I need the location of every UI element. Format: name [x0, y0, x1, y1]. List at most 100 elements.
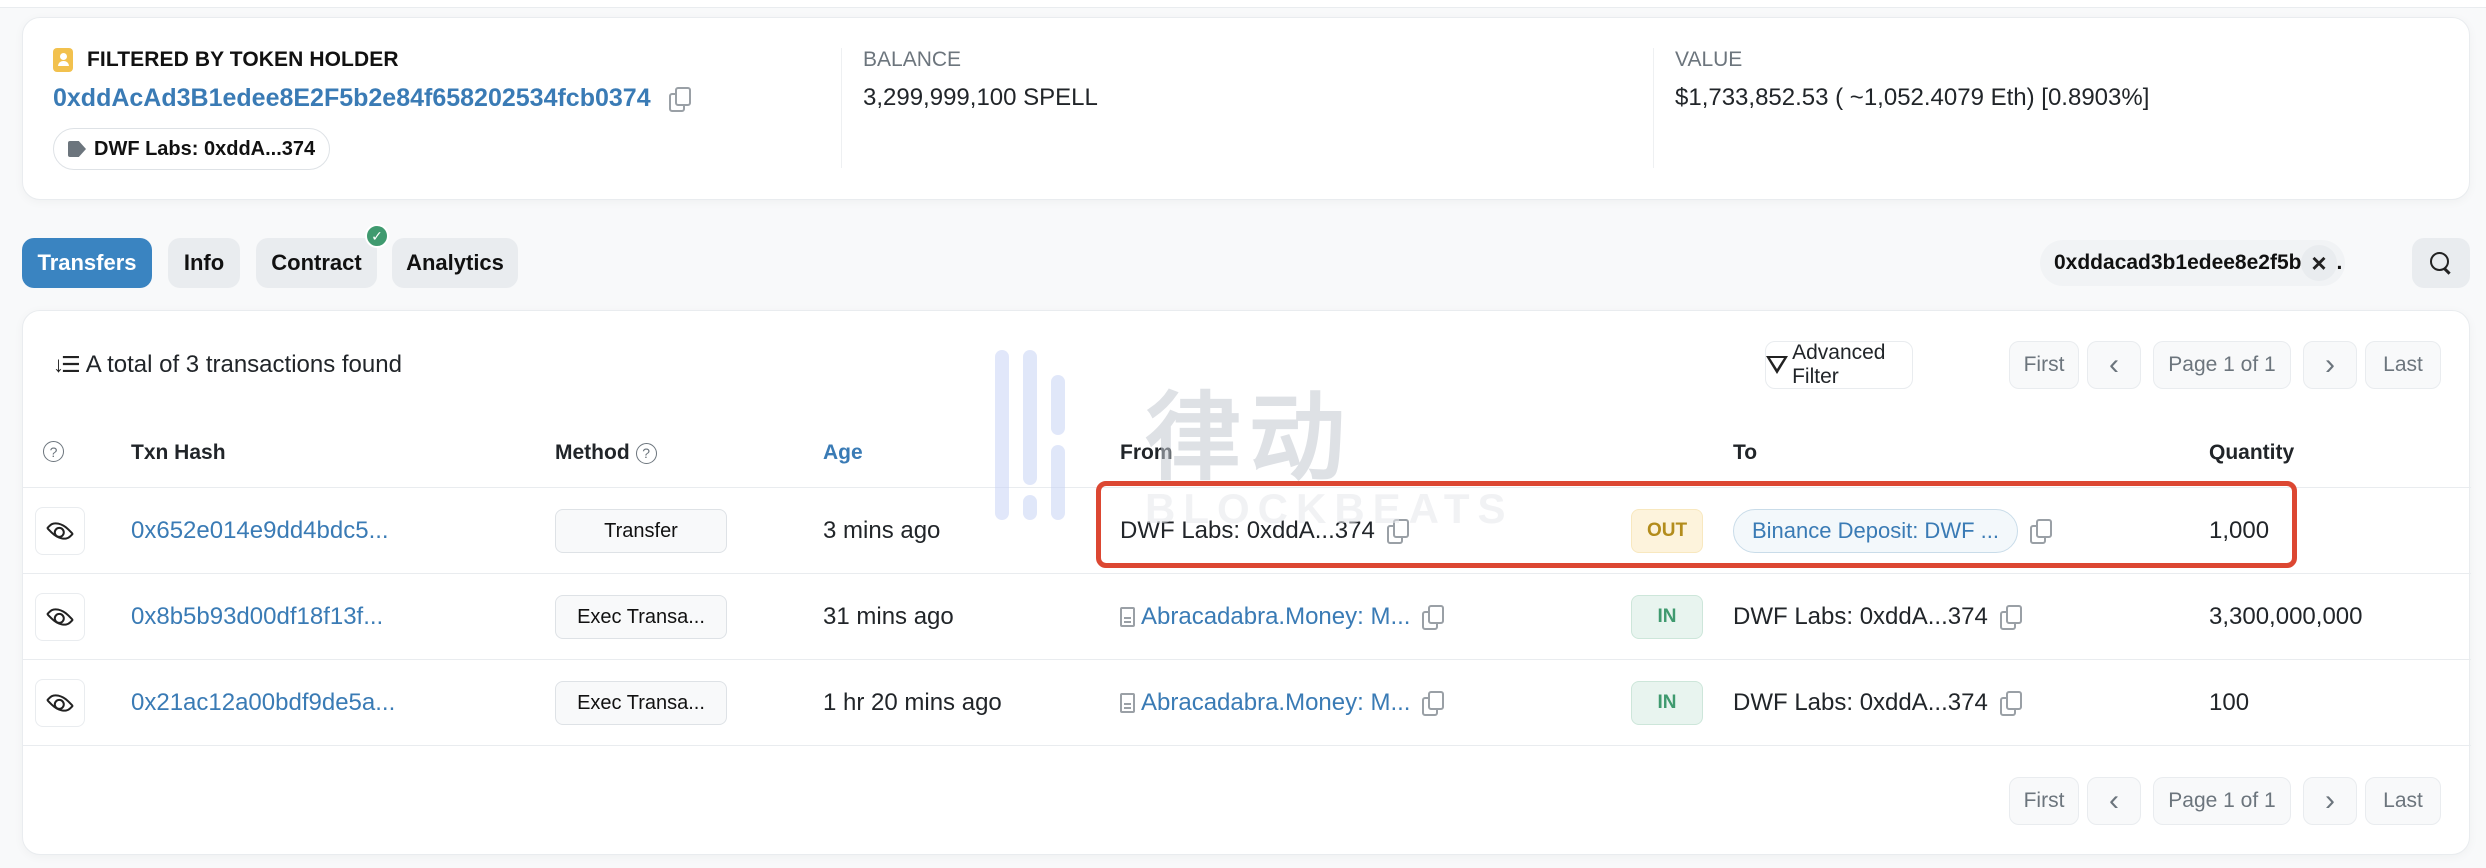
direction-out-badge: OUT	[1631, 509, 1703, 553]
copy-icon[interactable]	[1422, 691, 1445, 716]
value-amount: $1,733,852.53 ( ~1,052.4079 Eth) [0.8903…	[1675, 84, 2150, 111]
transactions-total: ↓☰ A total of 3 transactions found	[53, 351, 402, 379]
help-icon[interactable]: ?	[635, 442, 657, 464]
copy-icon[interactable]	[2029, 519, 2052, 544]
txn-hash-link[interactable]: 0x21ac12a00bdf9de5a...	[131, 660, 395, 746]
age-text: 1 hr 20 mins ago	[823, 689, 1002, 716]
tab-info[interactable]: Info	[168, 238, 240, 288]
filter-icon	[1766, 356, 1789, 374]
direction-in-badge: IN	[1631, 681, 1703, 725]
copy-icon[interactable]	[1999, 691, 2022, 716]
contract-document-icon	[1120, 607, 1135, 627]
view-details-button[interactable]	[35, 679, 85, 727]
txn-hash-link[interactable]: 0x652e014e9dd4bdc5...	[131, 488, 389, 574]
tab-transfers[interactable]: Transfers	[22, 238, 152, 288]
method-badge: Exec Transa...	[555, 595, 727, 639]
holder-address-row: 0xddAcAd3B1edee8E2F5b2e84f658202534fcb03…	[53, 84, 691, 113]
tab-analytics[interactable]: Analytics	[392, 238, 518, 288]
pagination-last-button[interactable]: Last	[2365, 777, 2441, 825]
address-filter-value: 0xddacad3b1edee8e2f5b2e...	[2054, 251, 2343, 274]
table-row: 0x8b5b93d00df18f13f... Exec Transa... 31…	[23, 574, 2471, 660]
pagination-first-button[interactable]: First	[2009, 777, 2079, 825]
pagination-prev-button[interactable]: ‹	[2087, 777, 2141, 825]
method-column-header: Method ?	[555, 441, 657, 465]
verified-check-icon: ✓	[365, 224, 389, 248]
eye-icon	[45, 602, 75, 632]
copy-icon[interactable]	[1386, 519, 1409, 544]
to-address-label[interactable]: DWF Labs: 0xddA...374	[1733, 689, 1988, 717]
age-column-header[interactable]: Age	[823, 441, 863, 465]
table-row: 0x652e014e9dd4bdc5... Transfer 3 mins ag…	[23, 488, 2471, 574]
to-address-label[interactable]: DWF Labs: 0xddA...374	[1733, 603, 1988, 631]
from-address-label[interactable]: DWF Labs: 0xddA...374	[1120, 517, 1375, 545]
info-column-header[interactable]: ?	[43, 441, 64, 462]
to-address: DWF Labs: 0xddA...374	[1733, 660, 2022, 746]
from-contract-label: Abracadabra.Money: M...	[1141, 603, 1411, 630]
holder-tag-label: DWF Labs: 0xddA...374	[94, 137, 316, 160]
to-column-header: To	[1733, 441, 1758, 464]
from-contract-link[interactable]: Abracadabra.Money: M...	[1120, 689, 1410, 717]
from-address: Abracadabra.Money: M...	[1120, 660, 1445, 746]
quantity-column-header: Quantity	[2209, 441, 2295, 464]
quantity-value: 1,000	[2209, 517, 2270, 544]
holder-address-link[interactable]: 0xddAcAd3B1edee8E2F5b2e84f658202534fcb03…	[53, 84, 651, 113]
token-holder-summary-card: FILTERED BY TOKEN HOLDER 0xddAcAd3B1edee…	[22, 17, 2470, 200]
from-contract-link[interactable]: Abracadabra.Money: M...	[1120, 603, 1410, 631]
column-divider	[841, 48, 842, 168]
pagination-last-button[interactable]: Last	[2365, 341, 2441, 389]
copy-icon[interactable]	[1422, 605, 1445, 630]
holder-header: FILTERED BY TOKEN HOLDER	[53, 48, 399, 72]
eye-icon	[45, 688, 75, 718]
copy-icon[interactable]	[1999, 605, 2022, 630]
method-badge: Exec Transa...	[555, 681, 727, 725]
pagination-page-indicator: Page 1 of 1	[2153, 777, 2291, 825]
balance-label: BALANCE	[863, 48, 962, 71]
to-address-pill[interactable]: Binance Deposit: DWF ...	[1733, 509, 2018, 553]
txn-hash-link[interactable]: 0x8b5b93d00df18f13f...	[131, 574, 383, 660]
advanced-filter-button[interactable]: Advanced Filter	[1765, 341, 1913, 389]
copy-icon[interactable]	[668, 86, 691, 112]
from-address: DWF Labs: 0xddA...374	[1120, 488, 1409, 574]
pagination-first-button[interactable]: First	[2009, 341, 2079, 389]
tab-contract[interactable]: Contract	[256, 238, 377, 288]
contact-card-icon	[53, 48, 73, 72]
eye-icon	[45, 516, 75, 546]
advanced-filter-label: Advanced Filter	[1792, 341, 1886, 388]
value-label: VALUE	[1675, 48, 1743, 71]
view-details-button[interactable]	[35, 507, 85, 555]
help-icon[interactable]: ?	[43, 441, 64, 462]
sort-desc-icon: ↓☰	[53, 352, 81, 377]
from-contract-label: Abracadabra.Money: M...	[1141, 689, 1411, 716]
tag-icon	[68, 141, 86, 157]
to-address: DWF Labs: 0xddA...374	[1733, 574, 2022, 660]
pagination-next-button[interactable]: ›	[2303, 341, 2357, 389]
age-text: 3 mins ago	[823, 517, 941, 544]
clear-filter-icon[interactable]: ×	[2301, 245, 2337, 281]
transfers-table-card: ↓☰ A total of 3 transactions found Advan…	[22, 310, 2471, 855]
from-column-header: From	[1120, 441, 1173, 464]
top-divider	[0, 0, 2486, 8]
address-filter-chip[interactable]: 0xddacad3b1edee8e2f5b2e... ×	[2040, 240, 2345, 286]
from-address: Abracadabra.Money: M...	[1120, 574, 1445, 660]
column-divider	[1653, 48, 1654, 168]
view-details-button[interactable]	[35, 593, 85, 641]
contract-document-icon	[1120, 693, 1135, 713]
method-header-label: Method	[555, 441, 630, 464]
age-text: 31 mins ago	[823, 603, 954, 630]
txn-hash-column-header: Txn Hash	[131, 441, 226, 464]
pagination-prev-button[interactable]: ‹	[2087, 341, 2141, 389]
total-text: A total of 3 transactions found	[85, 351, 402, 378]
quantity-value: 100	[2209, 689, 2250, 716]
search-icon	[2430, 252, 2452, 274]
holder-title: FILTERED BY TOKEN HOLDER	[87, 48, 399, 71]
pagination-next-button[interactable]: ›	[2303, 777, 2357, 825]
row-divider	[23, 745, 2471, 746]
method-badge: Transfer	[555, 509, 727, 553]
direction-in-badge: IN	[1631, 595, 1703, 639]
holder-name-tag[interactable]: DWF Labs: 0xddA...374	[53, 128, 331, 170]
to-address: Binance Deposit: DWF ...	[1733, 488, 2052, 574]
quantity-value: 3,300,000,000	[2209, 603, 2363, 630]
pagination-page-indicator: Page 1 of 1	[2153, 341, 2291, 389]
balance-value: 3,299,999,100 SPELL	[863, 84, 1098, 111]
search-button[interactable]	[2412, 238, 2470, 288]
